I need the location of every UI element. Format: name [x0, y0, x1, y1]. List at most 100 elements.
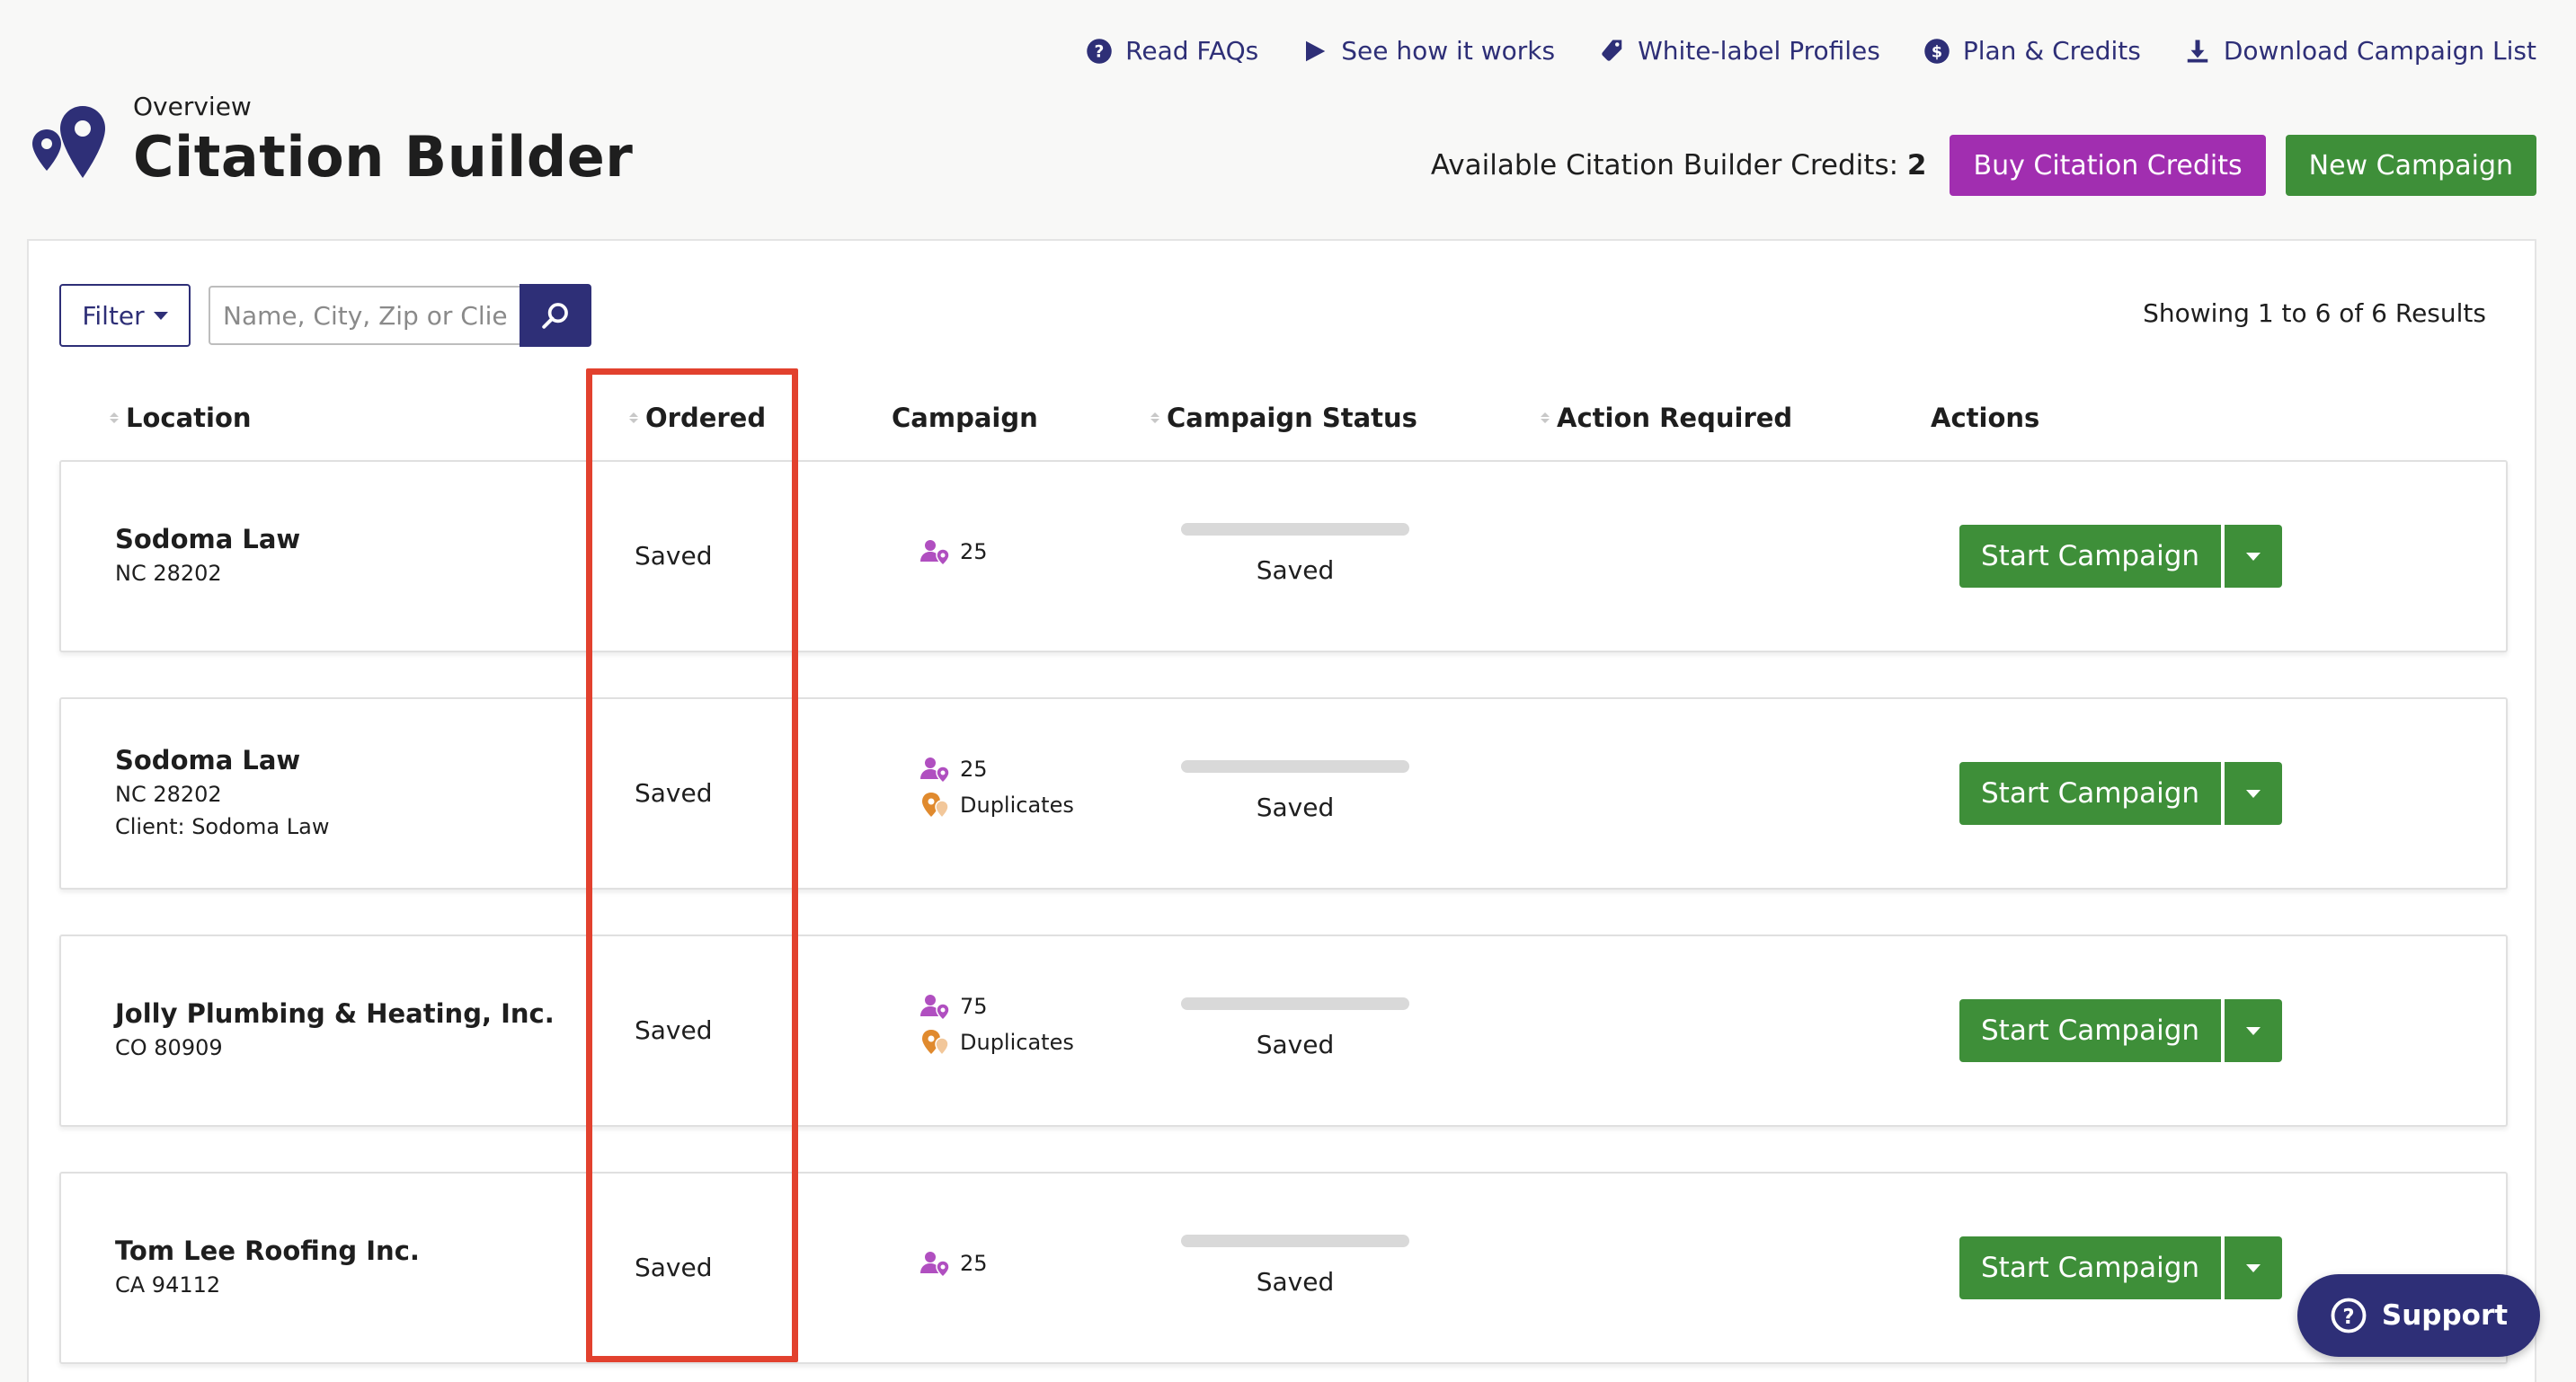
status-text: Saved [1256, 555, 1335, 585]
see-how-it-works-link[interactable]: See how it works [1301, 36, 1555, 66]
status-cell: Saved [1181, 523, 1409, 585]
chevron-down-icon [2246, 1026, 2261, 1035]
support-button[interactable]: ? Support [2297, 1274, 2540, 1357]
people-pin-icon [920, 757, 950, 783]
plan-credits-link[interactable]: $ Plan & Credits [1923, 36, 2141, 66]
people-pin-icon [920, 1252, 950, 1277]
sort-icon [629, 412, 638, 423]
start-campaign-button[interactable]: Start Campaign [1959, 999, 2222, 1062]
people-pin-icon [920, 995, 950, 1020]
read-faqs-link[interactable]: ? Read FAQs [1086, 36, 1258, 66]
chevron-down-icon [2246, 552, 2261, 561]
column-campaign-status-label: Campaign Status [1167, 403, 1417, 433]
credits-label: Available Citation Builder Credits: [1430, 149, 1899, 182]
location-name: Tom Lee Roofing Inc. [115, 1236, 420, 1266]
map-pins-logo-icon [32, 106, 105, 178]
column-action-required-label: Action Required [1557, 403, 1793, 433]
column-header-action-required[interactable]: Action Required [1541, 403, 1792, 433]
status-progress-bar [1181, 997, 1409, 1010]
top-links: ? Read FAQs See how it works White-label… [1086, 36, 2536, 66]
play-icon [1306, 40, 1326, 61]
start-campaign-button[interactable]: Start Campaign [1959, 1236, 2222, 1299]
status-progress-bar [1181, 760, 1409, 773]
table-row: Sodoma Law NC 28202 Saved 25 Saved Start… [59, 460, 2508, 652]
duplicate-pins-icon [922, 793, 949, 819]
filter-label: Filter [82, 300, 145, 331]
dollar-circle-icon: $ [1924, 38, 1950, 64]
campaign-cell: 25 Duplicates [920, 751, 1074, 823]
campaign-count: 25 [920, 534, 988, 570]
start-campaign-button[interactable]: Start Campaign [1959, 762, 2222, 825]
search-input[interactable] [209, 286, 521, 345]
column-location-label: Location [126, 403, 252, 433]
campaign-count: 25 [920, 751, 1074, 787]
actions-cell: Start Campaign [1959, 525, 2283, 588]
location-cell: Sodoma Law NC 28202 [115, 521, 300, 589]
ordered-cell: Saved [635, 1015, 713, 1045]
location-name: Jolly Plumbing & Heating, Inc. [115, 998, 555, 1029]
chevron-down-icon [153, 311, 168, 320]
people-pin-icon [920, 540, 950, 565]
location-zip: NC 28202 [115, 782, 222, 807]
column-header-campaign: Campaign [892, 403, 1038, 433]
campaign-duplicates: Duplicates [920, 1024, 1074, 1060]
download-campaign-list-link[interactable]: Download Campaign List [2184, 36, 2536, 66]
location-client: Client: Sodoma Law [115, 814, 330, 839]
campaign-cell: 75 Duplicates [920, 988, 1074, 1060]
location-zip: CA 94112 [115, 1272, 221, 1298]
read-faqs-label: Read FAQs [1125, 36, 1259, 66]
duplicates-label: Duplicates [960, 793, 1074, 818]
location-cell: Jolly Plumbing & Heating, Inc. CO 80909 [115, 996, 555, 1064]
title-block: Overview Citation Builder [133, 92, 633, 192]
column-header-campaign-status[interactable]: Campaign Status [1150, 403, 1417, 433]
filter-dropdown-button[interactable]: Filter [59, 284, 191, 347]
actions-dropdown-toggle[interactable] [2225, 999, 2283, 1062]
actions-dropdown-toggle[interactable] [2225, 1236, 2283, 1299]
plan-credits-label: Plan & Credits [1962, 36, 2141, 66]
ordered-cell: Saved [635, 778, 713, 808]
location-name: Sodoma Law [115, 524, 301, 554]
location-zip: NC 28202 [115, 561, 222, 586]
search-icon [542, 303, 568, 329]
column-actions-label: Actions [1931, 403, 2040, 433]
location-cell: Sodoma Law NC 28202 Client: Sodoma Law [115, 742, 329, 843]
white-label-profiles-link[interactable]: White-label Profiles [1598, 36, 1880, 66]
new-campaign-button[interactable]: New Campaign [2285, 135, 2536, 196]
actions-cell: Start Campaign [1959, 762, 2283, 825]
column-header-location[interactable]: Location [110, 403, 252, 433]
campaign-cell: 25 [920, 1245, 988, 1281]
overview-label: Overview [133, 92, 252, 121]
start-campaign-button[interactable]: Start Campaign [1959, 525, 2222, 588]
actions-cell: Start Campaign [1959, 1236, 2283, 1299]
search-button[interactable] [520, 284, 591, 347]
support-label: Support [2381, 1299, 2509, 1332]
svg-text:$: $ [1932, 43, 1942, 61]
buy-citation-credits-button[interactable]: Buy Citation Credits [1950, 135, 2266, 196]
campaign-count: 75 [920, 988, 1074, 1024]
column-header-actions: Actions [1931, 403, 2039, 433]
table-row: Tom Lee Roofing Inc. CA 94112 Saved 25 S… [59, 1172, 2508, 1364]
help-circle-icon: ? [2331, 1298, 2367, 1333]
location-cell: Tom Lee Roofing Inc. CA 94112 [115, 1233, 420, 1301]
duplicate-pins-icon [922, 1030, 949, 1056]
status-cell: Saved [1181, 997, 1409, 1059]
svg-text:?: ? [1095, 42, 1105, 61]
campaign-list-card: Filter Showing 1 to 6 of 6 Results Locat… [27, 239, 2536, 1382]
tag-icon [1602, 40, 1622, 61]
actions-cell: Start Campaign [1959, 999, 2283, 1062]
campaign-duplicates: Duplicates [920, 787, 1074, 823]
actions-dropdown-toggle[interactable] [2225, 525, 2283, 588]
column-header-ordered[interactable]: Ordered [629, 403, 766, 433]
credits-row: Available Citation Builder Credits: 2 Bu… [1431, 135, 2536, 196]
ordered-cell: Saved [635, 541, 713, 571]
status-progress-bar [1181, 523, 1409, 536]
sort-icon [110, 412, 119, 423]
campaign-count-value: 25 [960, 539, 988, 564]
sort-icon [1541, 412, 1550, 423]
location-zip: CO 80909 [115, 1035, 223, 1060]
question-circle-icon: ? [1087, 38, 1112, 64]
actions-dropdown-toggle[interactable] [2225, 762, 2283, 825]
status-cell: Saved [1181, 760, 1409, 822]
chevron-down-icon [2246, 789, 2261, 798]
page-title: Citation Builder [133, 124, 634, 190]
